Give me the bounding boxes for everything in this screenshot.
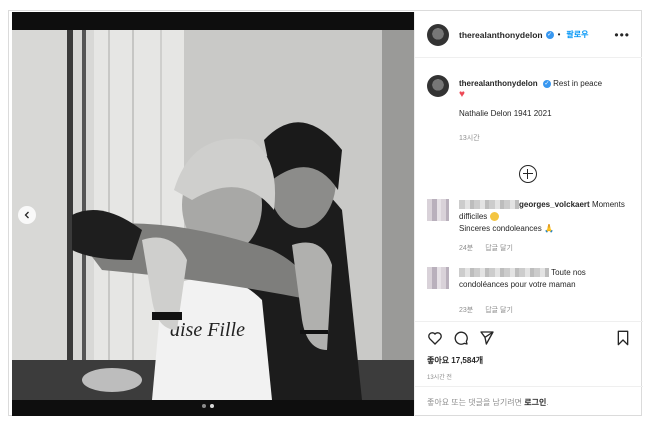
carousel-indicator <box>202 404 214 408</box>
caption-avatar[interactable] <box>427 75 449 97</box>
more-options-icon[interactable]: ••• <box>614 28 630 42</box>
blurred-name <box>459 200 519 210</box>
comment-time: 24분 <box>459 245 474 252</box>
verified-badge-icon: ✓ <box>545 30 554 39</box>
login-prompt-suffix: . <box>546 398 549 407</box>
avatar[interactable] <box>427 23 449 46</box>
post-time: 13시간 전 <box>427 375 452 381</box>
blurred-name <box>459 268 549 278</box>
verified-badge-icon: ✓ <box>542 79 551 88</box>
chevron-left-icon <box>24 211 29 219</box>
comment-username[interactable]: georges_volckaert <box>519 200 590 209</box>
like-heart-icon[interactable] <box>427 330 443 346</box>
share-icon[interactable] <box>479 330 495 346</box>
login-link[interactable]: 로그인 <box>524 398 546 407</box>
shirt-text: aise Fille <box>170 319 245 341</box>
comment-avatar[interactable] <box>427 199 449 221</box>
post-actions: 좋아요 17,584개 13시간 전 좋아요 또는 댓글을 남기려면 로그인. <box>415 321 643 416</box>
sad-face-emoji-icon <box>489 212 499 222</box>
bookmark-icon[interactable] <box>615 330 631 346</box>
action-icons <box>427 330 495 346</box>
photo-content: aise Fille <box>12 30 414 400</box>
load-more-comments-icon[interactable] <box>519 165 537 183</box>
previous-photo-button[interactable] <box>18 206 36 224</box>
separator-dot: • <box>557 30 561 39</box>
post-side-panel: therealanthonydelon ✓ • 팔로우 ••• thereala… <box>414 12 643 416</box>
comment-icon[interactable] <box>453 330 469 346</box>
comment-text-block: Toute nos condoléances pour votre maman <box>459 267 635 291</box>
post-username[interactable]: therealanthonydelon <box>459 30 543 40</box>
comment-meta: 24분 답글 달기 <box>459 243 523 253</box>
reply-button[interactable]: 답글 달기 <box>485 307 513 314</box>
post-photo[interactable]: aise Fille <box>12 12 414 416</box>
caption-text: Rest in peace <box>553 79 603 88</box>
comments-section: therealanthonydelon ✓ Rest in peace ♥ Na… <box>415 59 643 321</box>
carousel-dot <box>202 404 206 408</box>
comment-text-2: Sinceres condoleances 🙏 <box>459 224 554 233</box>
post-header: therealanthonydelon ✓ • 팔로우 ••• <box>415 12 642 58</box>
caption-username[interactable]: therealanthonydelon <box>459 79 538 88</box>
login-prompt: 좋아요 또는 댓글을 남기려면 로그인. <box>415 386 643 417</box>
login-prompt-text: 좋아요 또는 댓글을 남기려면 <box>427 398 522 407</box>
caption-time: 13시간 <box>459 135 480 142</box>
comment-time: 23분 <box>459 307 474 314</box>
comment-text-block: georges_volckaert Moments difficiles Sin… <box>459 199 635 235</box>
follow-button[interactable]: 팔로우 <box>566 29 588 40</box>
reply-button[interactable]: 답글 달기 <box>485 245 513 252</box>
carousel-dot-active <box>210 404 214 408</box>
heart-emoji-icon: ♥ <box>459 89 465 100</box>
photo-image: aise Fille <box>12 30 414 400</box>
caption-text-block: therealanthonydelon ✓ Rest in peace ♥ <box>459 78 635 100</box>
caption-line2: Nathalie Delon 1941 2021 <box>459 109 552 118</box>
comment-avatar[interactable] <box>427 267 449 289</box>
likes-count[interactable]: 좋아요 17,584개 <box>427 355 483 366</box>
comment-meta: 23분 답글 달기 <box>459 305 523 315</box>
